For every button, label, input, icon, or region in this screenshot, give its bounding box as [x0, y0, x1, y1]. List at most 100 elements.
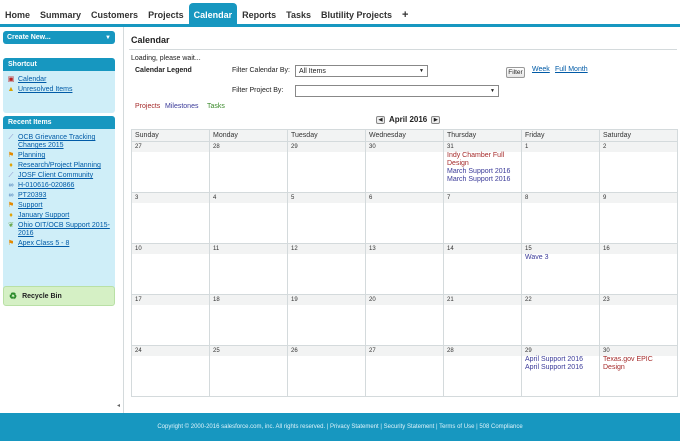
tab-projects[interactable]: Projects [143, 3, 189, 27]
calendar-day-cell[interactable]: 11 [209, 243, 288, 295]
recent-item[interactable]: ⟋ OCB Grievance Tracking Changes 2015 [7, 134, 111, 150]
full-month-link[interactable]: Full Month [555, 66, 588, 73]
recent-item[interactable]: ⚑ Support [7, 202, 111, 210]
calendar-day-cell[interactable]: 26 [287, 345, 366, 397]
recent-item[interactable]: ♦ January Support [7, 212, 111, 220]
calendar-day-cell[interactable]: 28 [443, 345, 522, 397]
day-number[interactable]: 29 [522, 346, 599, 356]
shortcut-item-unresolved[interactable]: ▲ Unresolved Items [7, 86, 111, 94]
tab-reports[interactable]: Reports [237, 3, 281, 27]
tab-tasks[interactable]: Tasks [281, 3, 316, 27]
day-number[interactable]: 15 [522, 244, 599, 254]
recent-item[interactable]: ⚑ Planning [7, 152, 111, 160]
calendar-day-cell[interactable]: 25 [209, 345, 288, 397]
filter-button[interactable]: Filter [506, 67, 525, 78]
project-event[interactable]: Texas.gov EPIC Design [600, 356, 677, 372]
milestone-event[interactable]: April Support 2016 [522, 356, 599, 364]
filter-calendar-select[interactable]: All Items ▼ [295, 65, 428, 77]
calendar-day-cell[interactable]: 15 Wave 3 [521, 243, 600, 295]
calendar-day-cell[interactable]: 10 [131, 243, 210, 295]
add-tab-button[interactable]: + [397, 3, 413, 27]
day-number[interactable]: 18 [210, 295, 287, 305]
day-number[interactable]: 20 [366, 295, 443, 305]
calendar-day-cell[interactable]: 8 [521, 192, 600, 244]
day-number[interactable]: 9 [600, 193, 677, 203]
day-number[interactable]: 30 [366, 142, 443, 152]
calendar-day-cell[interactable]: 27 [131, 141, 210, 193]
day-number[interactable]: 3 [132, 193, 209, 203]
calendar-day-cell[interactable]: 3 [131, 192, 210, 244]
day-number[interactable]: 6 [366, 193, 443, 203]
tab-blutility-projects[interactable]: Blutility Projects [316, 3, 397, 27]
shortcut-item-label[interactable]: Unresolved Items [18, 86, 72, 94]
calendar-day-cell[interactable]: 2 [599, 141, 678, 193]
shortcut-item-calendar[interactable]: ▣ Calendar [7, 76, 111, 84]
day-number[interactable]: 7 [444, 193, 521, 203]
calendar-day-cell[interactable]: 17 [131, 294, 210, 346]
day-number[interactable]: 17 [132, 295, 209, 305]
calendar-day-cell[interactable]: 28 [209, 141, 288, 193]
calendar-day-cell[interactable]: 22 [521, 294, 600, 346]
calendar-day-cell[interactable]: 27 [365, 345, 444, 397]
day-number[interactable]: 23 [600, 295, 677, 305]
recent-item-label[interactable]: Apex Class 5 - 8 [18, 240, 69, 248]
milestone-event[interactable]: April Support 2016 [522, 364, 599, 372]
prev-month-button[interactable]: ◀ [376, 115, 385, 124]
day-number[interactable]: 28 [444, 346, 521, 356]
recent-item[interactable]: ∞ H-010616-020866 [7, 182, 111, 190]
day-number[interactable]: 22 [522, 295, 599, 305]
tab-calendar[interactable]: Calendar [188, 3, 238, 27]
week-view-link[interactable]: Week [532, 66, 550, 73]
calendar-day-cell[interactable]: 29 [287, 141, 366, 193]
milestone-event[interactable]: March Support 2016 [444, 168, 521, 176]
calendar-day-cell[interactable]: 5 [287, 192, 366, 244]
calendar-day-cell[interactable]: 29 April Support 2016 April Support 2016 [521, 345, 600, 397]
recent-item-label[interactable]: OCB Grievance Tracking Changes 2015 [18, 134, 111, 150]
recent-item-label[interactable]: JOSF Client Community [18, 172, 93, 180]
day-number[interactable]: 1 [522, 142, 599, 152]
recent-item-label[interactable]: January Support [18, 212, 69, 220]
recent-item[interactable]: ⚑ Apex Class 5 - 8 [7, 240, 111, 248]
calendar-day-cell[interactable]: 4 [209, 192, 288, 244]
day-number[interactable]: 29 [288, 142, 365, 152]
tab-customers[interactable]: Customers [86, 3, 143, 27]
day-number[interactable]: 11 [210, 244, 287, 254]
day-number[interactable]: 2 [600, 142, 677, 152]
recent-item[interactable]: ♦ Research/Project Planning [7, 162, 111, 170]
day-number[interactable]: 19 [288, 295, 365, 305]
create-new-button[interactable]: Create New... ▼ [3, 31, 115, 44]
calendar-day-cell[interactable]: 6 [365, 192, 444, 244]
day-number[interactable]: 16 [600, 244, 677, 254]
calendar-day-cell[interactable]: 7 [443, 192, 522, 244]
recent-item-label[interactable]: Ohio OIT/OCB Support 2015-2016 [18, 222, 111, 238]
recycle-bin-link[interactable]: ♻ Recycle Bin [3, 286, 115, 306]
calendar-day-cell[interactable]: 19 [287, 294, 366, 346]
filter-project-select[interactable]: ▼ [295, 85, 499, 97]
calendar-day-cell[interactable]: 23 [599, 294, 678, 346]
day-number[interactable]: 5 [288, 193, 365, 203]
day-number[interactable]: 4 [210, 193, 287, 203]
shortcut-item-label[interactable]: Calendar [18, 76, 46, 84]
day-number[interactable]: 21 [444, 295, 521, 305]
day-number[interactable]: 14 [444, 244, 521, 254]
recent-item-label[interactable]: H-010616-020866 [18, 182, 74, 190]
recent-item[interactable]: ❦ Ohio OIT/OCB Support 2015-2016 [7, 222, 111, 238]
calendar-day-cell[interactable]: 30 Texas.gov EPIC Design [599, 345, 678, 397]
day-number[interactable]: 27 [132, 142, 209, 152]
day-number[interactable]: 12 [288, 244, 365, 254]
calendar-day-cell[interactable]: 1 [521, 141, 600, 193]
calendar-day-cell[interactable]: 18 [209, 294, 288, 346]
calendar-day-cell[interactable]: 12 [287, 243, 366, 295]
calendar-day-cell[interactable]: 21 [443, 294, 522, 346]
recent-item-label[interactable]: PT20393 [18, 192, 46, 200]
sidebar-collapse-handle[interactable]: ◂ [117, 402, 120, 409]
tab-summary[interactable]: Summary [35, 3, 86, 27]
recent-item-label[interactable]: Support [18, 202, 43, 210]
recent-item[interactable]: ⟋ JOSF Client Community [7, 172, 111, 180]
day-number[interactable]: 8 [522, 193, 599, 203]
day-number[interactable]: 28 [210, 142, 287, 152]
recent-item[interactable]: ∞ PT20393 [7, 192, 111, 200]
recent-item-label[interactable]: Research/Project Planning [18, 162, 101, 170]
next-month-button[interactable]: ▶ [431, 115, 441, 124]
calendar-day-cell[interactable]: 31 Indy Chamber Full Design March Support … [443, 141, 522, 193]
